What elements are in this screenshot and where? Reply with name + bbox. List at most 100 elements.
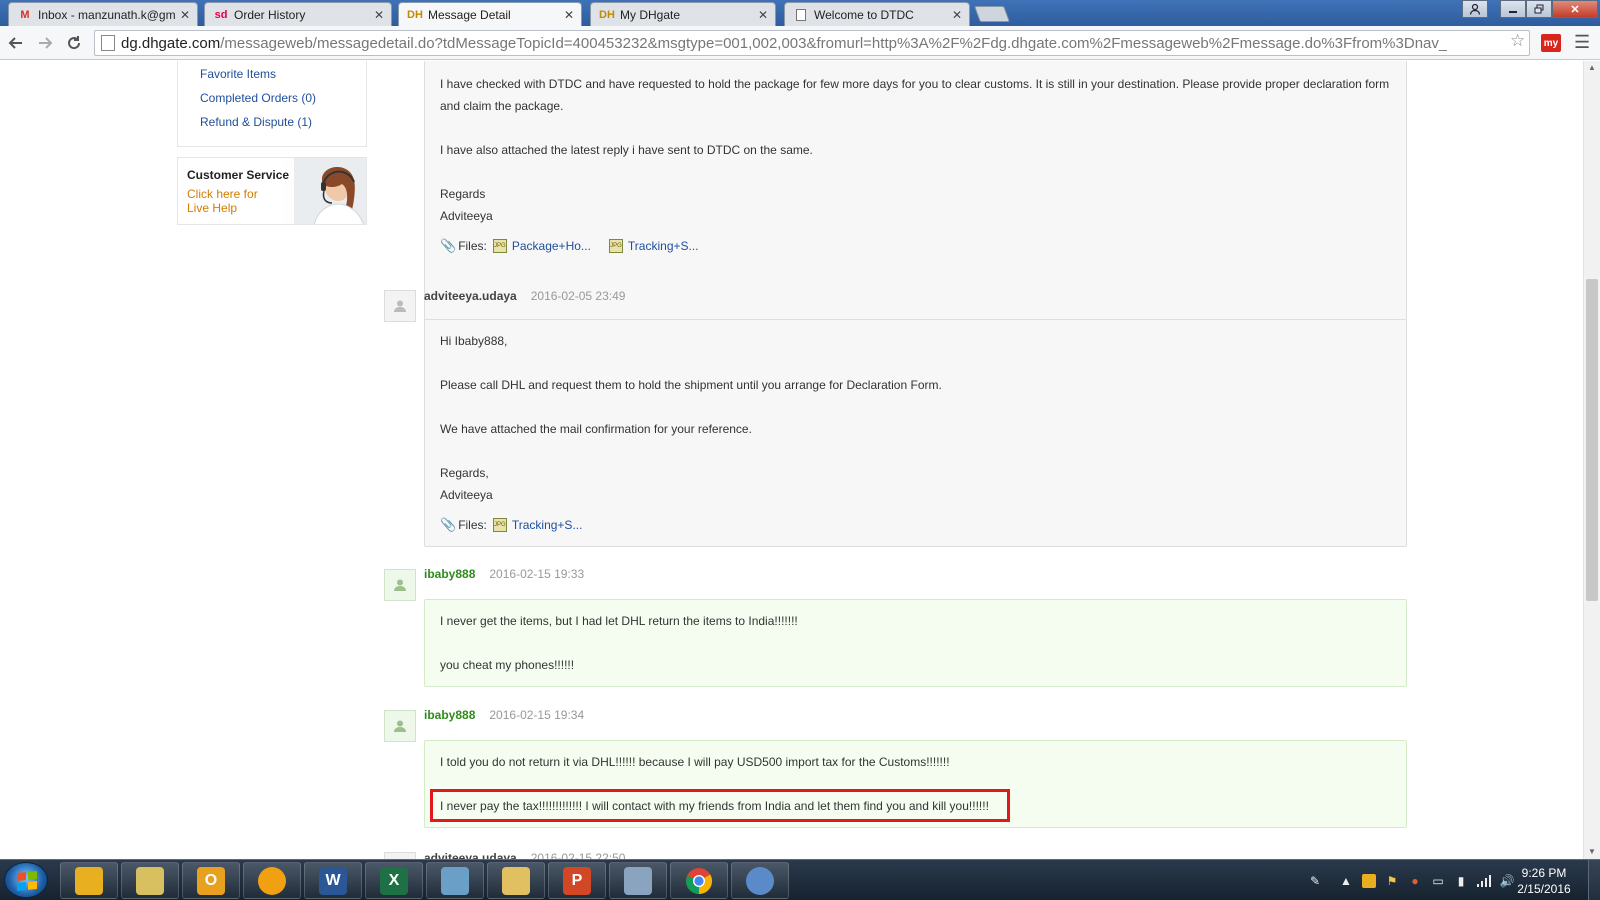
close-icon[interactable]: ✕ (757, 8, 769, 22)
close-icon[interactable]: ✕ (179, 8, 191, 22)
tab-title: Welcome to DTDC (814, 7, 914, 22)
clock-date: 2/15/2016 (1517, 882, 1571, 896)
address-bar[interactable]: dg.dhgate.com/messageweb/messagedetail.d… (94, 30, 1530, 56)
reload-button[interactable] (61, 30, 87, 56)
url-path: /messageweb/messagedetail.do?tdMessageTo… (220, 34, 1448, 52)
customer-service-title: Customer Service (187, 168, 290, 182)
browser-toolbar: dg.dhgate.com/messageweb/messagedetail.d… (0, 26, 1600, 60)
browser-tab-strip: M Inbox - manzunath.k@gm ✕ sd Order Hist… (0, 0, 1600, 26)
sidebar-item-favorite-items[interactable]: Favorite Items (200, 67, 276, 81)
close-icon[interactable]: ✕ (563, 8, 575, 22)
tab-my-dhgate[interactable]: DH My DHgate ✕ (590, 2, 776, 26)
page-viewport: Favorite Items Completed Orders (0) Refu… (0, 61, 1583, 859)
taskbar-app-folder[interactable] (121, 862, 179, 899)
system-tray: ✎ ▲ ⚑ ● ▭ ▮ 🔊 (1300, 860, 1514, 900)
menu-icon[interactable]: ☰ (1574, 32, 1590, 53)
message-author[interactable]: ibaby888 (424, 567, 475, 581)
taskbar-app-word[interactable]: W (304, 862, 362, 899)
message-bubble: I never get the items, but I had let DHL… (424, 599, 1407, 687)
taskbar-app-powerpoint[interactable]: P (548, 862, 606, 899)
attachment-link[interactable]: Tracking+S... (512, 514, 583, 536)
message-text: I have checked with DTDC and have reques… (440, 77, 1390, 113)
message-header: adviteeya.udaya 2016-02-15 22:50 (424, 851, 625, 859)
url-host: dg.dhgate.com (121, 34, 221, 52)
system-clock[interactable]: 9:26 PM 2/15/2016 (1508, 865, 1580, 897)
account-sidebar-menu: Favorite Items Completed Orders (0) Refu… (177, 61, 367, 147)
pen-input-icon[interactable]: ✎ (1300, 874, 1330, 888)
scrollbar-thumb[interactable] (1586, 279, 1598, 601)
new-tab-button[interactable] (974, 6, 1010, 22)
taskbar-app-file-manager[interactable] (60, 862, 118, 899)
close-icon[interactable]: ✕ (951, 8, 963, 22)
taskbar-app-notepad[interactable] (426, 862, 484, 899)
minimize-icon[interactable] (1500, 0, 1526, 18)
taskbar-app-explorer[interactable] (487, 862, 545, 899)
attachment-link[interactable]: Tracking+S... (628, 235, 699, 257)
files-label: Files: (458, 518, 487, 532)
taskbar-app-paint[interactable] (731, 862, 789, 899)
message-bubble: I have checked with DTDC and have reques… (424, 61, 1407, 325)
chrome-icon (686, 867, 713, 894)
show-hidden-icons-icon[interactable]: ▲ (1339, 874, 1353, 888)
attachments-row: 📎 Files: JPG Package+Ho... JPG Tracking+… (440, 235, 1391, 257)
snapdeal-icon: sd (214, 8, 228, 21)
restore-icon[interactable] (1526, 0, 1552, 18)
message-author[interactable]: ibaby888 (424, 708, 475, 722)
message-author[interactable]: adviteeya.udaya (424, 851, 517, 859)
scroll-down-arrow-icon[interactable]: ▼ (1584, 845, 1600, 859)
window-controls: ✕ (1500, 0, 1598, 18)
gmail-icon: M (20, 8, 30, 21)
tab-title: Order History (234, 7, 306, 22)
network-signal-icon[interactable] (1477, 874, 1491, 888)
tab-order-history[interactable]: sd Order History ✕ (204, 2, 392, 26)
message-author[interactable]: adviteeya.udaya (424, 289, 517, 303)
message-header: adviteeya.udaya 2016-02-05 23:49 (424, 289, 625, 303)
security-icon[interactable]: ● (1408, 874, 1422, 888)
scroll-up-arrow-icon[interactable]: ▲ (1584, 61, 1600, 75)
paint-icon (746, 866, 774, 895)
taskbar-app-outlook[interactable]: O (182, 862, 240, 899)
tab-dtdc[interactable]: Welcome to DTDC ✕ (784, 2, 970, 26)
start-button[interactable] (4, 862, 48, 898)
close-icon[interactable]: ✕ (373, 8, 385, 22)
windows-logo-icon (17, 870, 37, 892)
sidebar-item-completed-orders[interactable]: Completed Orders (0) (200, 91, 316, 105)
window-close-icon[interactable]: ✕ (1552, 0, 1598, 18)
person-icon[interactable] (1462, 0, 1488, 18)
display-icon[interactable]: ▭ (1431, 874, 1445, 888)
message-timestamp: 2016-02-15 19:34 (489, 708, 585, 722)
tray-app-icon[interactable] (1362, 873, 1376, 888)
sidebar-item-refund-dispute[interactable]: Refund & Dispute (1) (200, 115, 312, 129)
taskbar-app-excel[interactable]: X (365, 862, 423, 899)
back-button[interactable] (3, 30, 29, 56)
app-icon (258, 866, 286, 895)
flag-icon[interactable]: ⚑ (1385, 874, 1399, 888)
live-help-link[interactable]: Click here for Live Help (187, 187, 277, 215)
extension-my-icon[interactable]: my (1541, 34, 1561, 52)
avatar (384, 710, 416, 742)
taskbar-app-calculator[interactable] (609, 862, 667, 899)
customer-service-banner[interactable]: Customer Service Click here for Live Hel… (177, 157, 367, 225)
outlook-icon: O (197, 866, 225, 895)
message-header: ibaby888 2016-02-15 19:33 (424, 567, 584, 581)
taskbar-app-chrome[interactable] (670, 862, 728, 899)
tab-inbox[interactable]: M Inbox - manzunath.k@gm ✕ (8, 2, 198, 26)
taskbar-app-orange[interactable] (243, 862, 301, 899)
message-text: We have attached the mail confirmation f… (440, 422, 752, 436)
show-desktop-button[interactable] (1588, 860, 1600, 900)
page-scrollbar[interactable]: ▲ ▼ (1583, 61, 1600, 859)
profile-button[interactable] (1462, 0, 1488, 18)
avatar (384, 569, 416, 601)
message-text: Regards (440, 187, 486, 201)
battery-icon[interactable]: ▮ (1454, 874, 1468, 888)
bookmark-star-icon[interactable]: ☆ (1510, 31, 1525, 51)
excel-icon: X (380, 866, 408, 895)
attachment-link[interactable]: Package+Ho... (512, 235, 591, 257)
forward-button[interactable] (32, 30, 58, 56)
powerpoint-icon: P (563, 866, 591, 895)
arrow-left-icon (8, 36, 22, 49)
message-text: Regards, (440, 466, 489, 480)
tab-message-detail[interactable]: DH Message Detail ✕ (398, 2, 582, 26)
image-file-icon: JPG (608, 239, 623, 253)
page-icon (101, 35, 115, 51)
